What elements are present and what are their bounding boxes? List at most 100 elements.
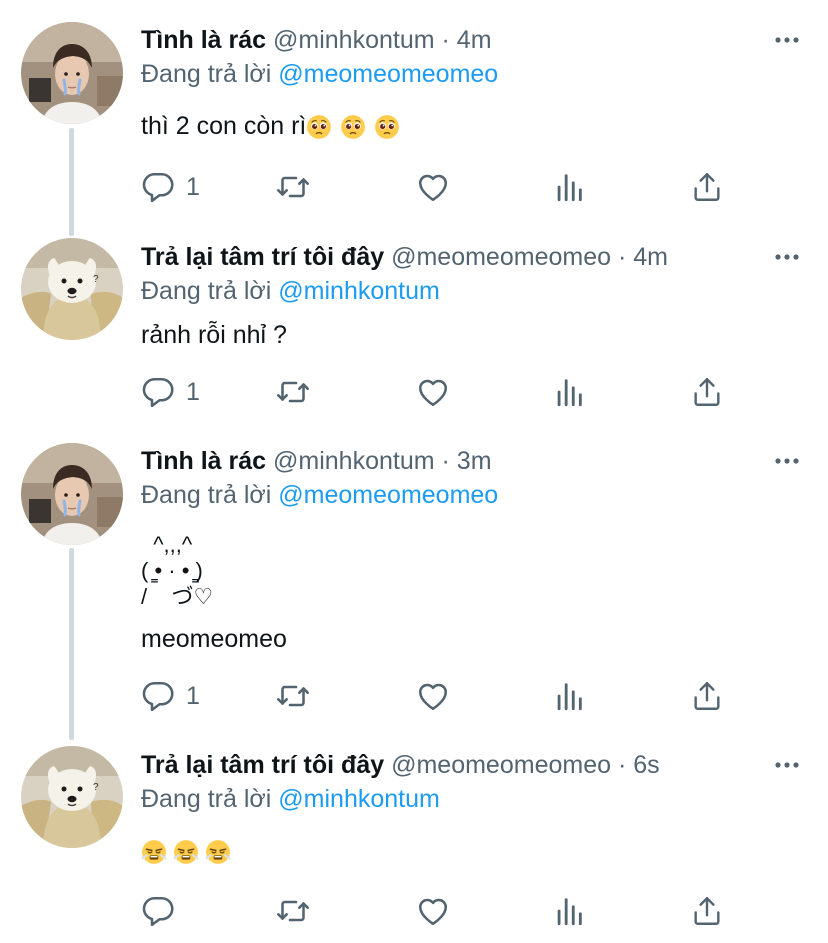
tweet-header: Tình là rác @minhkontum · 3m xyxy=(141,444,768,478)
action-bar: 1 xyxy=(140,167,730,207)
share-button[interactable] xyxy=(690,676,724,716)
reply-mention[interactable]: @minhkontum xyxy=(278,277,440,305)
action-bar: 1 xyxy=(140,676,730,716)
more-button[interactable] xyxy=(774,761,800,781)
reply-mention[interactable]: @minhkontum xyxy=(278,785,440,813)
separator: · xyxy=(617,243,627,271)
retweet-icon xyxy=(275,169,311,205)
retweet-button[interactable] xyxy=(275,167,311,207)
author-name[interactable]: Trả lại tâm trí tôi đây xyxy=(141,751,384,779)
reply-mention[interactable]: @meomeomeomeo xyxy=(278,481,498,509)
heart-icon xyxy=(415,678,451,714)
avatar[interactable] xyxy=(21,22,123,124)
share-icon xyxy=(690,375,724,409)
pleading-face-icon xyxy=(374,114,400,140)
author-name[interactable]: Trả lại tâm trí tôi đây xyxy=(141,243,384,271)
like-button[interactable] xyxy=(415,167,451,207)
heart-icon xyxy=(415,374,451,410)
reply-count: 1 xyxy=(186,378,200,406)
timestamp[interactable]: 4m xyxy=(633,243,668,271)
author-handle[interactable]: @minhkontum xyxy=(273,26,435,54)
reply-prefix: Đang trả lời xyxy=(141,481,272,509)
person-avatar-icon xyxy=(21,443,123,545)
tweet-text: thì 2 con còn rì xyxy=(141,109,768,143)
analytics-icon xyxy=(552,375,586,409)
more-button[interactable] xyxy=(774,36,800,56)
more-icon xyxy=(774,36,800,44)
avatar[interactable] xyxy=(21,238,123,340)
analytics-button[interactable] xyxy=(552,676,586,716)
avatar[interactable] xyxy=(21,443,123,545)
author-handle[interactable]: @meomeomeomeo xyxy=(391,243,611,271)
tweet-text: rảnh rỗi nhỉ ? xyxy=(141,321,287,349)
analytics-icon xyxy=(552,170,586,204)
triumph-face-icon xyxy=(141,839,167,865)
pleading-face-icon xyxy=(340,114,366,140)
tweet[interactable]: Tình là rác @minhkontum · 4m Đang trả lờ… xyxy=(0,0,828,235)
author-handle[interactable]: @minhkontum xyxy=(273,447,435,475)
tweet-text xyxy=(141,834,768,868)
reply-icon xyxy=(140,169,176,205)
heart-icon xyxy=(415,169,451,205)
reply-prefix: Đang trả lời xyxy=(141,785,272,813)
author-name[interactable]: Tình là rác xyxy=(141,447,266,475)
retweet-button[interactable] xyxy=(275,891,311,931)
triumph-face-icon xyxy=(173,839,199,865)
separator: · xyxy=(441,447,450,475)
retweet-icon xyxy=(275,374,311,410)
analytics-button[interactable] xyxy=(552,167,586,207)
reply-count: 1 xyxy=(186,173,200,201)
more-button[interactable] xyxy=(774,253,800,273)
kaomoji-line: / づ♡ xyxy=(141,584,214,609)
reply-icon xyxy=(140,678,176,714)
more-icon xyxy=(774,457,800,465)
tweet[interactable]: Tình là rác @minhkontum · 3m Đang trả lờ… xyxy=(0,440,828,740)
tweet-header: Trả lại tâm trí tôi đây @meomeomeomeo · … xyxy=(141,240,768,274)
retweet-button[interactable] xyxy=(275,676,311,716)
analytics-button[interactable] xyxy=(552,372,586,412)
reply-button[interactable]: 1 xyxy=(140,676,200,716)
tweet-header: Tình là rác @minhkontum · 4m xyxy=(141,23,768,57)
tweet[interactable]: Trả lại tâm trí tôi đây @meomeomeomeo · … xyxy=(0,740,828,943)
more-icon xyxy=(774,253,800,261)
share-icon xyxy=(690,894,724,928)
like-button[interactable] xyxy=(415,372,451,412)
separator: · xyxy=(441,26,450,54)
author-name[interactable]: Tình là rác xyxy=(141,26,266,54)
retweet-icon xyxy=(275,893,311,929)
share-button[interactable] xyxy=(690,372,724,412)
tweet[interactable]: Trả lại tâm trí tôi đây @meomeomeomeo · … xyxy=(0,235,828,440)
replying-to: Đang trả lời @meomeomeomeo xyxy=(141,478,498,512)
reply-icon xyxy=(140,374,176,410)
author-handle[interactable]: @meomeomeomeo xyxy=(391,751,611,779)
more-button[interactable] xyxy=(774,457,800,477)
reply-mention[interactable]: @meomeomeomeo xyxy=(278,60,498,88)
heart-icon xyxy=(415,893,451,929)
kaomoji-art: ^,,,^ ( ̳• · • ̳) / づ♡ xyxy=(141,534,213,612)
timestamp[interactable]: 3m xyxy=(457,447,492,475)
more-icon xyxy=(774,761,800,769)
reply-prefix: Đang trả lời xyxy=(141,277,272,305)
analytics-button[interactable] xyxy=(552,891,586,931)
reply-button[interactable]: 1 xyxy=(140,372,200,412)
dog-avatar-icon xyxy=(21,238,123,340)
like-button[interactable] xyxy=(415,891,451,931)
share-button[interactable] xyxy=(690,891,724,931)
replying-to: Đang trả lời @minhkontum xyxy=(141,782,440,816)
like-button[interactable] xyxy=(415,676,451,716)
tweet-text-content: thì 2 con còn rì xyxy=(141,112,307,140)
reply-button[interactable] xyxy=(140,891,176,931)
share-button[interactable] xyxy=(690,167,724,207)
kaomoji-line: ( ̳• · • ̳) xyxy=(141,558,203,583)
retweet-icon xyxy=(275,678,311,714)
replying-to: Đang trả lời @meomeomeomeo xyxy=(141,57,498,91)
separator: · xyxy=(617,751,627,779)
timestamp[interactable]: 6s xyxy=(633,751,659,779)
pleading-face-icon xyxy=(306,114,332,140)
retweet-button[interactable] xyxy=(275,372,311,412)
reply-button[interactable]: 1 xyxy=(140,167,200,207)
action-bar: 1 xyxy=(140,372,730,412)
person-avatar-icon xyxy=(21,22,123,124)
avatar[interactable] xyxy=(21,746,123,848)
timestamp[interactable]: 4m xyxy=(457,26,492,54)
